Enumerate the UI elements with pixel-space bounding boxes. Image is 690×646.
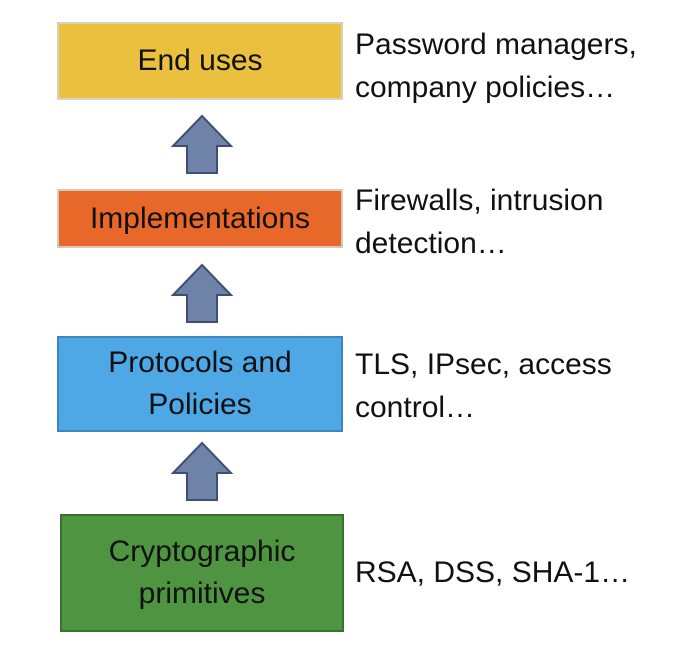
protocols-label: Protocols and Policies <box>108 346 292 421</box>
end-uses-label: End uses <box>137 44 263 77</box>
implementations-label: Implementations <box>89 201 311 235</box>
implementations-box: Implementations <box>57 189 343 248</box>
primitives-examples: RSA, DSS, SHA-1… <box>355 556 631 589</box>
arrow-up-icon <box>170 263 234 323</box>
end-uses-examples: Password managers, company policies… <box>355 28 637 104</box>
arrow-up-icon <box>170 114 234 174</box>
arrow-up-icon <box>170 441 234 501</box>
protocols-box: Protocols and Policies <box>57 336 343 432</box>
primitives-label: Cryptographic primitives <box>108 535 296 610</box>
primitives-box: Cryptographic primitives <box>60 514 344 632</box>
end-uses-box: End uses <box>57 22 343 100</box>
implementations-examples: Firewalls, intrusion detection… <box>355 184 604 260</box>
protocols-examples: TLS, IPsec, access control… <box>355 348 612 424</box>
